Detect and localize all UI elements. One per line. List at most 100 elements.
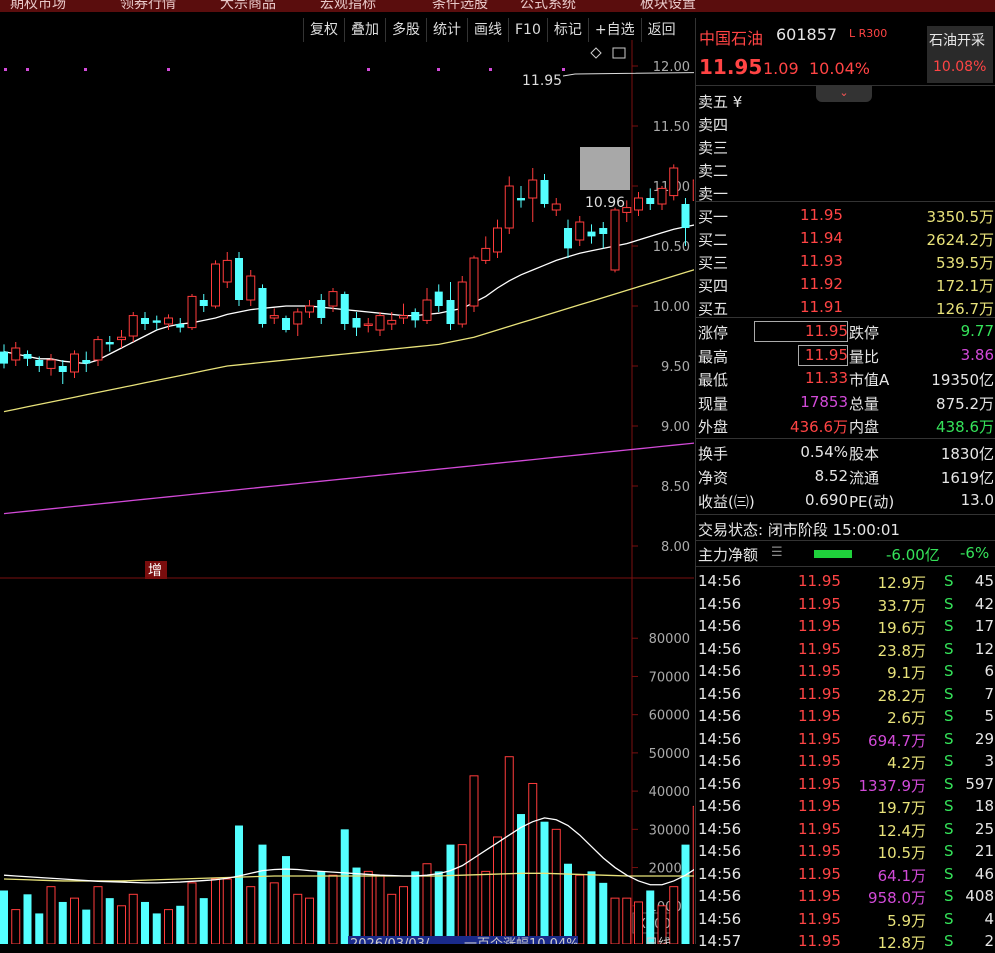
volume-bar xyxy=(493,836,502,944)
candle-body xyxy=(610,209,620,271)
top-menu-item[interactable]: 公式系统 xyxy=(520,0,576,12)
toolbar-button[interactable]: F10 xyxy=(508,18,547,42)
buy-price: 11.94 xyxy=(800,229,843,247)
volume-bar xyxy=(141,901,149,944)
top-menu-item[interactable]: 条件选股 xyxy=(432,0,488,12)
stat-label: 涨停 xyxy=(698,324,729,342)
candle-body xyxy=(457,281,467,325)
volume-bar xyxy=(375,874,385,944)
toolbar-button[interactable]: +自选 xyxy=(587,18,641,42)
signal-marker xyxy=(4,68,7,71)
kline-chart[interactable]: 12.0011.5011.0010.5010.009.509.008.508.0… xyxy=(0,40,694,944)
volume-bar xyxy=(564,863,572,944)
candle-body xyxy=(105,342,114,345)
tick-volume: 33.7万 xyxy=(877,596,926,615)
top-menu-item[interactable]: 宏观指标 xyxy=(320,0,376,12)
candle-body xyxy=(11,347,21,361)
stock-name[interactable]: 中国石油 xyxy=(699,25,763,49)
tick-direction: S xyxy=(944,572,954,590)
tick-row: 14:57 11.95 12.8万 S 2 xyxy=(696,930,995,953)
tick-direction: S xyxy=(944,617,954,635)
stat-label: 市值A xyxy=(849,371,890,389)
candle-body xyxy=(411,312,420,321)
candle-body xyxy=(141,318,149,324)
tick-row: 14:56 11.95 1337.9万 S 597 xyxy=(696,773,995,796)
top-menu-item[interactable]: 期权市场 xyxy=(10,0,66,12)
top-menu-item[interactable]: 领券行情 xyxy=(120,0,176,12)
tick-volume: 694.7万 xyxy=(868,731,926,750)
toolbar-button[interactable]: 复权 xyxy=(303,18,344,42)
volume-bar xyxy=(117,905,126,944)
candle-body xyxy=(469,257,479,307)
candle-body xyxy=(493,227,502,253)
chart-toolbar: 复权 叠加 多股 统计 画线 F10 标记 +自选 返回 xyxy=(303,18,682,42)
stat-value: 13.0 xyxy=(960,491,994,509)
stats-row: 最低 11.33 市值A 19350亿 xyxy=(696,367,995,390)
sector-box[interactable]: 石油开采 10.08% xyxy=(927,26,993,83)
stat-value: 875.2万 xyxy=(936,394,994,413)
volume-bar xyxy=(199,898,208,944)
volume-bar xyxy=(363,870,373,944)
ma10-line xyxy=(3,269,694,413)
tick-count: 17 xyxy=(974,617,994,635)
buy-row[interactable]: 买一 11.95 3350.5万 xyxy=(696,204,995,227)
candle-body xyxy=(35,360,44,366)
ma20-line xyxy=(3,442,694,515)
tick-time: 14:56 xyxy=(698,797,742,815)
buy-row[interactable]: 买五 11.91 126.7万 xyxy=(696,296,995,319)
volume-bar xyxy=(692,805,694,944)
tick-count: 3 xyxy=(984,752,994,770)
tick-price: 11.95 xyxy=(798,594,841,613)
buy-volume: 539.5万 xyxy=(936,254,994,272)
candle-body xyxy=(82,360,91,364)
buy-row[interactable]: 买二 11.94 2624.2万 xyxy=(696,227,995,250)
tick-direction: S xyxy=(944,707,954,725)
stock-tags: L R300 xyxy=(849,27,888,40)
panel-toggle-icon xyxy=(612,47,626,59)
price-axis-label: 11.50 xyxy=(653,120,690,135)
list-icon[interactable]: ☰ xyxy=(771,545,783,560)
stat-label: 最低 xyxy=(698,371,729,389)
candle-body xyxy=(246,275,256,301)
tick-volume: 5.9万 xyxy=(887,911,926,930)
volume-bar xyxy=(669,886,679,944)
toolbar-button[interactable]: 标记 xyxy=(546,18,588,42)
stat-label: 流通 xyxy=(849,469,880,487)
buy-price: 11.93 xyxy=(800,252,843,270)
volume-axis-label: 30000 xyxy=(649,823,690,838)
top-menu-item[interactable]: 板块设置 xyxy=(640,0,696,12)
price-change: 1.09 xyxy=(763,59,799,78)
volume-bar xyxy=(211,878,220,944)
main-flow-label: 主力净额 xyxy=(698,546,759,564)
volume-bar xyxy=(622,897,632,944)
candle-body xyxy=(363,323,373,326)
toolbar-button[interactable]: 统计 xyxy=(426,18,467,42)
stats-row: 换手 0.54% 股本 1830亿 xyxy=(696,441,995,464)
sell-row[interactable]: 卖二 xyxy=(696,158,995,181)
toolbar-button[interactable]: 返回 xyxy=(640,18,682,42)
toolbar-button[interactable]: 叠加 xyxy=(344,18,385,42)
volume-bar xyxy=(82,909,91,944)
candle-body xyxy=(211,263,220,307)
buy-row[interactable]: 买四 11.92 172.1万 xyxy=(696,273,995,296)
stats-row: 净资 8.52 流通 1619亿 xyxy=(696,465,995,488)
candle-body xyxy=(646,198,655,204)
top-menu-item[interactable]: 大宗商品 xyxy=(220,0,276,12)
toolbar-button[interactable]: 画线 xyxy=(467,18,508,42)
volume-bar xyxy=(11,909,21,944)
buy-row[interactable]: 买三 11.93 539.5万 xyxy=(696,250,995,273)
volume-bar xyxy=(258,844,267,944)
tick-time: 14:56 xyxy=(698,752,742,770)
tick-price: 11.95 xyxy=(798,932,841,950)
tick-count: 29 xyxy=(974,729,994,748)
stats-row: 涨停 11.95 跌停 9.77 xyxy=(696,320,995,343)
sell-row[interactable]: 卖五 ¥ xyxy=(696,89,995,112)
stat-value: 17853 xyxy=(800,392,848,411)
sell-label: 卖三 xyxy=(698,139,729,157)
price-axis-label: 10.50 xyxy=(653,240,690,255)
buy-label: 买三 xyxy=(698,254,729,272)
sell-row[interactable]: 卖三 xyxy=(696,135,995,158)
sell-row[interactable]: 卖四 xyxy=(696,112,995,135)
toolbar-button[interactable]: 多股 xyxy=(385,18,426,42)
tick-count: 46 xyxy=(974,864,994,883)
